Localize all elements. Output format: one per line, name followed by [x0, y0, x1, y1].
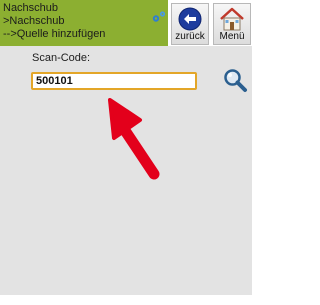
breadcrumb-level-2: >Nachschub	[3, 15, 65, 27]
header-bar: Nachschub >Nachschub -->Quelle hinzufüge…	[0, 0, 252, 46]
scan-code-label: Scan-Code:	[32, 52, 91, 64]
red-arrow-annotation	[108, 98, 160, 180]
gear-icon[interactable]	[151, 10, 167, 24]
scan-code-input[interactable]	[31, 72, 197, 90]
home-icon	[220, 7, 244, 31]
breadcrumb: Nachschub >Nachschub -->Quelle hinzufüge…	[0, 0, 168, 46]
toolbar: zurück Menü	[171, 3, 252, 45]
back-button[interactable]: zurück	[171, 3, 209, 45]
menu-button[interactable]: Menü	[213, 3, 251, 45]
back-button-label: zurück	[175, 31, 205, 42]
search-icon[interactable]	[222, 67, 248, 93]
app-window: Nachschub >Nachschub -->Quelle hinzufüge…	[0, 0, 252, 295]
menu-button-label: Menü	[219, 31, 245, 42]
breadcrumb-level-1: Nachschub	[3, 2, 59, 14]
back-arrow-icon	[178, 7, 202, 31]
breadcrumb-level-3: -->Quelle hinzufügen	[3, 28, 106, 40]
screen-frame: Nachschub >Nachschub -->Quelle hinzufüge…	[0, 0, 285, 305]
